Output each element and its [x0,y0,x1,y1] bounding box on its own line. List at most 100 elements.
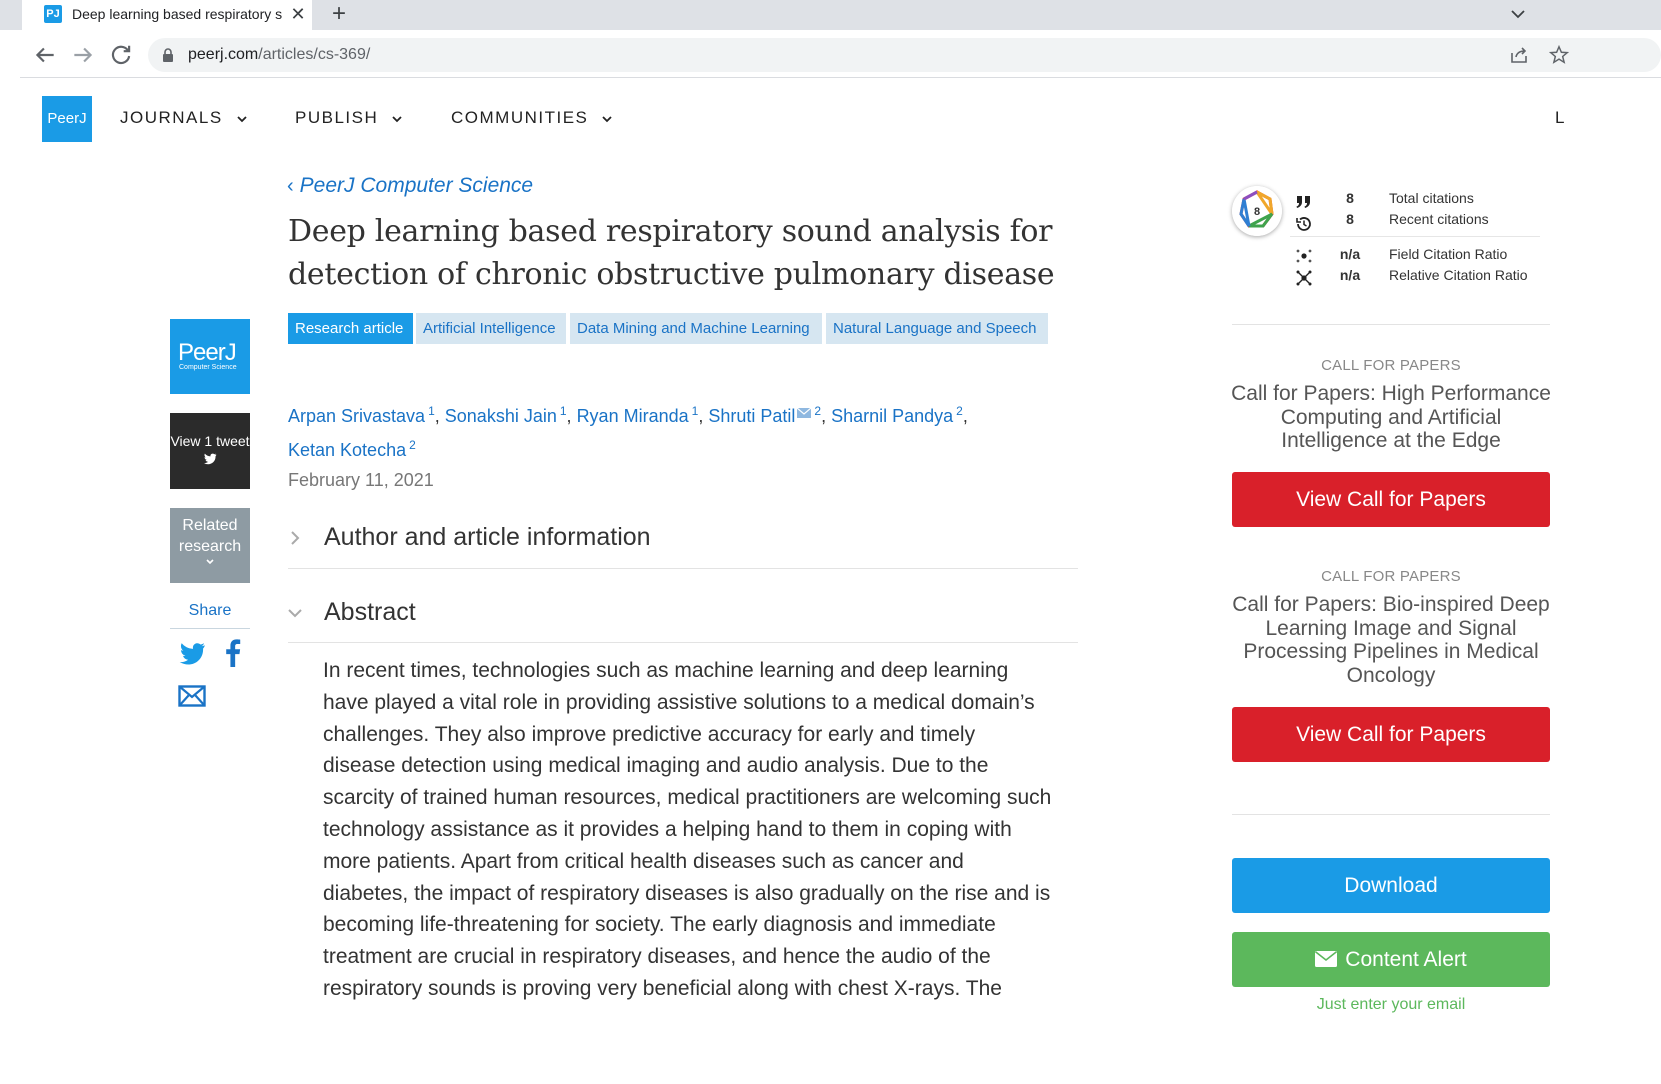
cfp-title[interactable]: Call for Papers: Bio-inspired Deep Learn… [1226,593,1556,687]
nav-journals[interactable]: JOURNALS [120,108,247,128]
field-network-icon [1296,249,1312,263]
cfp-kicker: CALL FOR PAPERS [1321,568,1461,585]
url-text[interactable]: peerj.com/articles/cs-369/ [188,46,370,64]
tab-close-icon[interactable]: ✕ [288,3,308,25]
affiliation-marker[interactable]: 1 [692,404,699,418]
author-list: Arpan Srivastava 1, Sonakshi Jain 1, Ryan … [288,404,968,460]
chevron-down-icon [392,115,402,122]
field-ratio-value: n/a [1339,246,1361,262]
author-link[interactable]: Ketan Kotecha [288,440,406,460]
journal-logo-wordmark: PeerJ [178,339,237,366]
affiliation-marker[interactable]: 2 [409,438,416,452]
quote-icon [1296,196,1310,208]
share-divider [170,628,250,629]
url-host: peerj.com [188,46,259,63]
facebook-share-icon[interactable] [224,639,242,667]
author-link[interactable]: Sharnil Pandya [831,406,953,426]
author-link[interactable]: Shruti Patil [708,406,795,426]
journal-name: PeerJ Computer Science [299,174,534,197]
section-divider [288,642,1078,643]
nav-communities[interactable]: COMMUNITIES [451,108,613,128]
nav-item-truncated[interactable]: L [1555,108,1564,128]
author-link[interactable]: Ryan Miranda [577,406,689,426]
bookmark-star-icon[interactable] [1548,44,1570,66]
tag-data-mining[interactable]: Data Mining and Machine Learning [570,313,822,344]
journal-logo[interactable]: PeerJ Computer Science [170,319,250,394]
journal-logo-subtitle: Computer Science [179,364,237,371]
nav-journals-label: JOURNALS [120,108,223,127]
view-tweets-button[interactable]: View 1 tweet [170,413,250,489]
tag-natural-language[interactable]: Natural Language and Speech [826,313,1048,344]
publication-date: February 11, 2021 [288,470,434,490]
twitter-share-icon[interactable] [178,642,206,666]
view-tweets-label: View 1 tweet [170,433,250,449]
history-icon [1296,217,1311,231]
total-citations-label: Total citations [1389,190,1474,206]
total-citations-value: 8 [1346,190,1354,206]
related-research-line2: research [178,538,242,555]
affiliation-marker[interactable]: 1 [428,404,435,418]
tab-search-chevron-icon[interactable] [1506,2,1530,26]
address-bar[interactable]: peerj.com/articles/cs-369/ [148,38,1661,72]
chevron-down-icon [237,115,247,122]
relative-ratio-value: n/a [1339,267,1361,283]
journal-breadcrumb-link[interactable]: ‹ PeerJ Computer Science [287,174,533,198]
forward-arrow-icon[interactable] [70,42,96,68]
cfp-title[interactable]: Call for Papers: High Performance Comput… [1226,382,1556,453]
chevron-down-icon [288,609,302,618]
abstract-text: In recent times, technologies such as ma… [323,659,1052,1000]
nav-publish-label: PUBLISH [295,108,379,127]
share-page-icon[interactable] [1508,44,1530,66]
abstract-toggle[interactable]: Abstract [288,588,1078,638]
related-research-button[interactable]: Related research [170,508,250,583]
author-info-toggle[interactable]: Author and article information [288,513,1078,563]
browser-tabstrip: PJ Deep learning based respiratory sound… [0,0,1661,30]
back-arrow-icon[interactable] [32,42,58,68]
nav-publish[interactable]: PUBLISH [295,108,402,128]
peerj-favicon-icon: PJ [44,5,62,23]
browser-tab[interactable]: PJ Deep learning based respiratory sound… [22,0,312,30]
new-tab-icon[interactable]: + [326,0,352,28]
field-ratio-label: Field Citation Ratio [1389,246,1508,262]
relative-network-icon [1296,270,1312,286]
dimensions-badge-icon[interactable]: 8 [1232,186,1282,236]
recent-citations-value: 8 [1346,211,1354,227]
twitter-bird-icon [203,453,217,465]
lock-icon[interactable] [162,48,174,62]
peerj-site-logo[interactable]: PeerJ [42,96,92,142]
author-link[interactable]: Arpan Srivastava [288,406,425,426]
right-column-divider [1232,324,1550,325]
content-alert-button[interactable]: Content Alert [1232,932,1550,987]
enter-email-hint: Just enter your email [1316,996,1466,1013]
affiliation-marker[interactable]: 2 [814,404,821,418]
recent-citations-label: Recent citations [1389,211,1489,227]
affiliation-marker[interactable]: 2 [956,404,963,418]
reload-icon[interactable] [108,42,134,68]
chevron-down-icon [206,559,214,565]
back-chevron-icon: ‹ [287,175,294,197]
right-column-divider [1232,814,1550,815]
chevron-down-icon [602,115,613,122]
metrics-divider [1290,236,1540,237]
url-path: /articles/cs-369/ [258,46,371,63]
tab-title: Deep learning based respiratory sound an… [72,6,282,22]
cfp-kicker: CALL FOR PAPERS [1321,357,1461,374]
author-link[interactable]: Sonakshi Jain [445,406,557,426]
section-divider [288,568,1078,569]
content-alert-label: Content Alert [1345,948,1467,971]
author-info-heading: Author and article information [324,523,651,551]
affiliation-marker[interactable]: 1 [560,404,567,418]
corresponding-author-mail-icon[interactable] [797,408,812,418]
chevron-right-icon [291,531,300,545]
download-button[interactable]: Download [1232,858,1550,913]
relative-ratio-label: Relative Citation Ratio [1389,267,1528,283]
view-call-for-papers-button[interactable]: View Call for Papers [1232,707,1550,762]
email-share-icon[interactable] [178,685,206,707]
related-research-line1: Related [182,517,238,534]
envelope-icon [1315,951,1338,967]
badge-score: 8 [1254,206,1260,218]
view-call-for-papers-button[interactable]: View Call for Papers [1232,472,1550,527]
tag-artificial-intelligence[interactable]: Artificial Intelligence [416,313,566,344]
browser-toolbar: peerj.com/articles/cs-369/ [20,30,1661,78]
tag-research-article[interactable]: Research article [288,313,413,344]
